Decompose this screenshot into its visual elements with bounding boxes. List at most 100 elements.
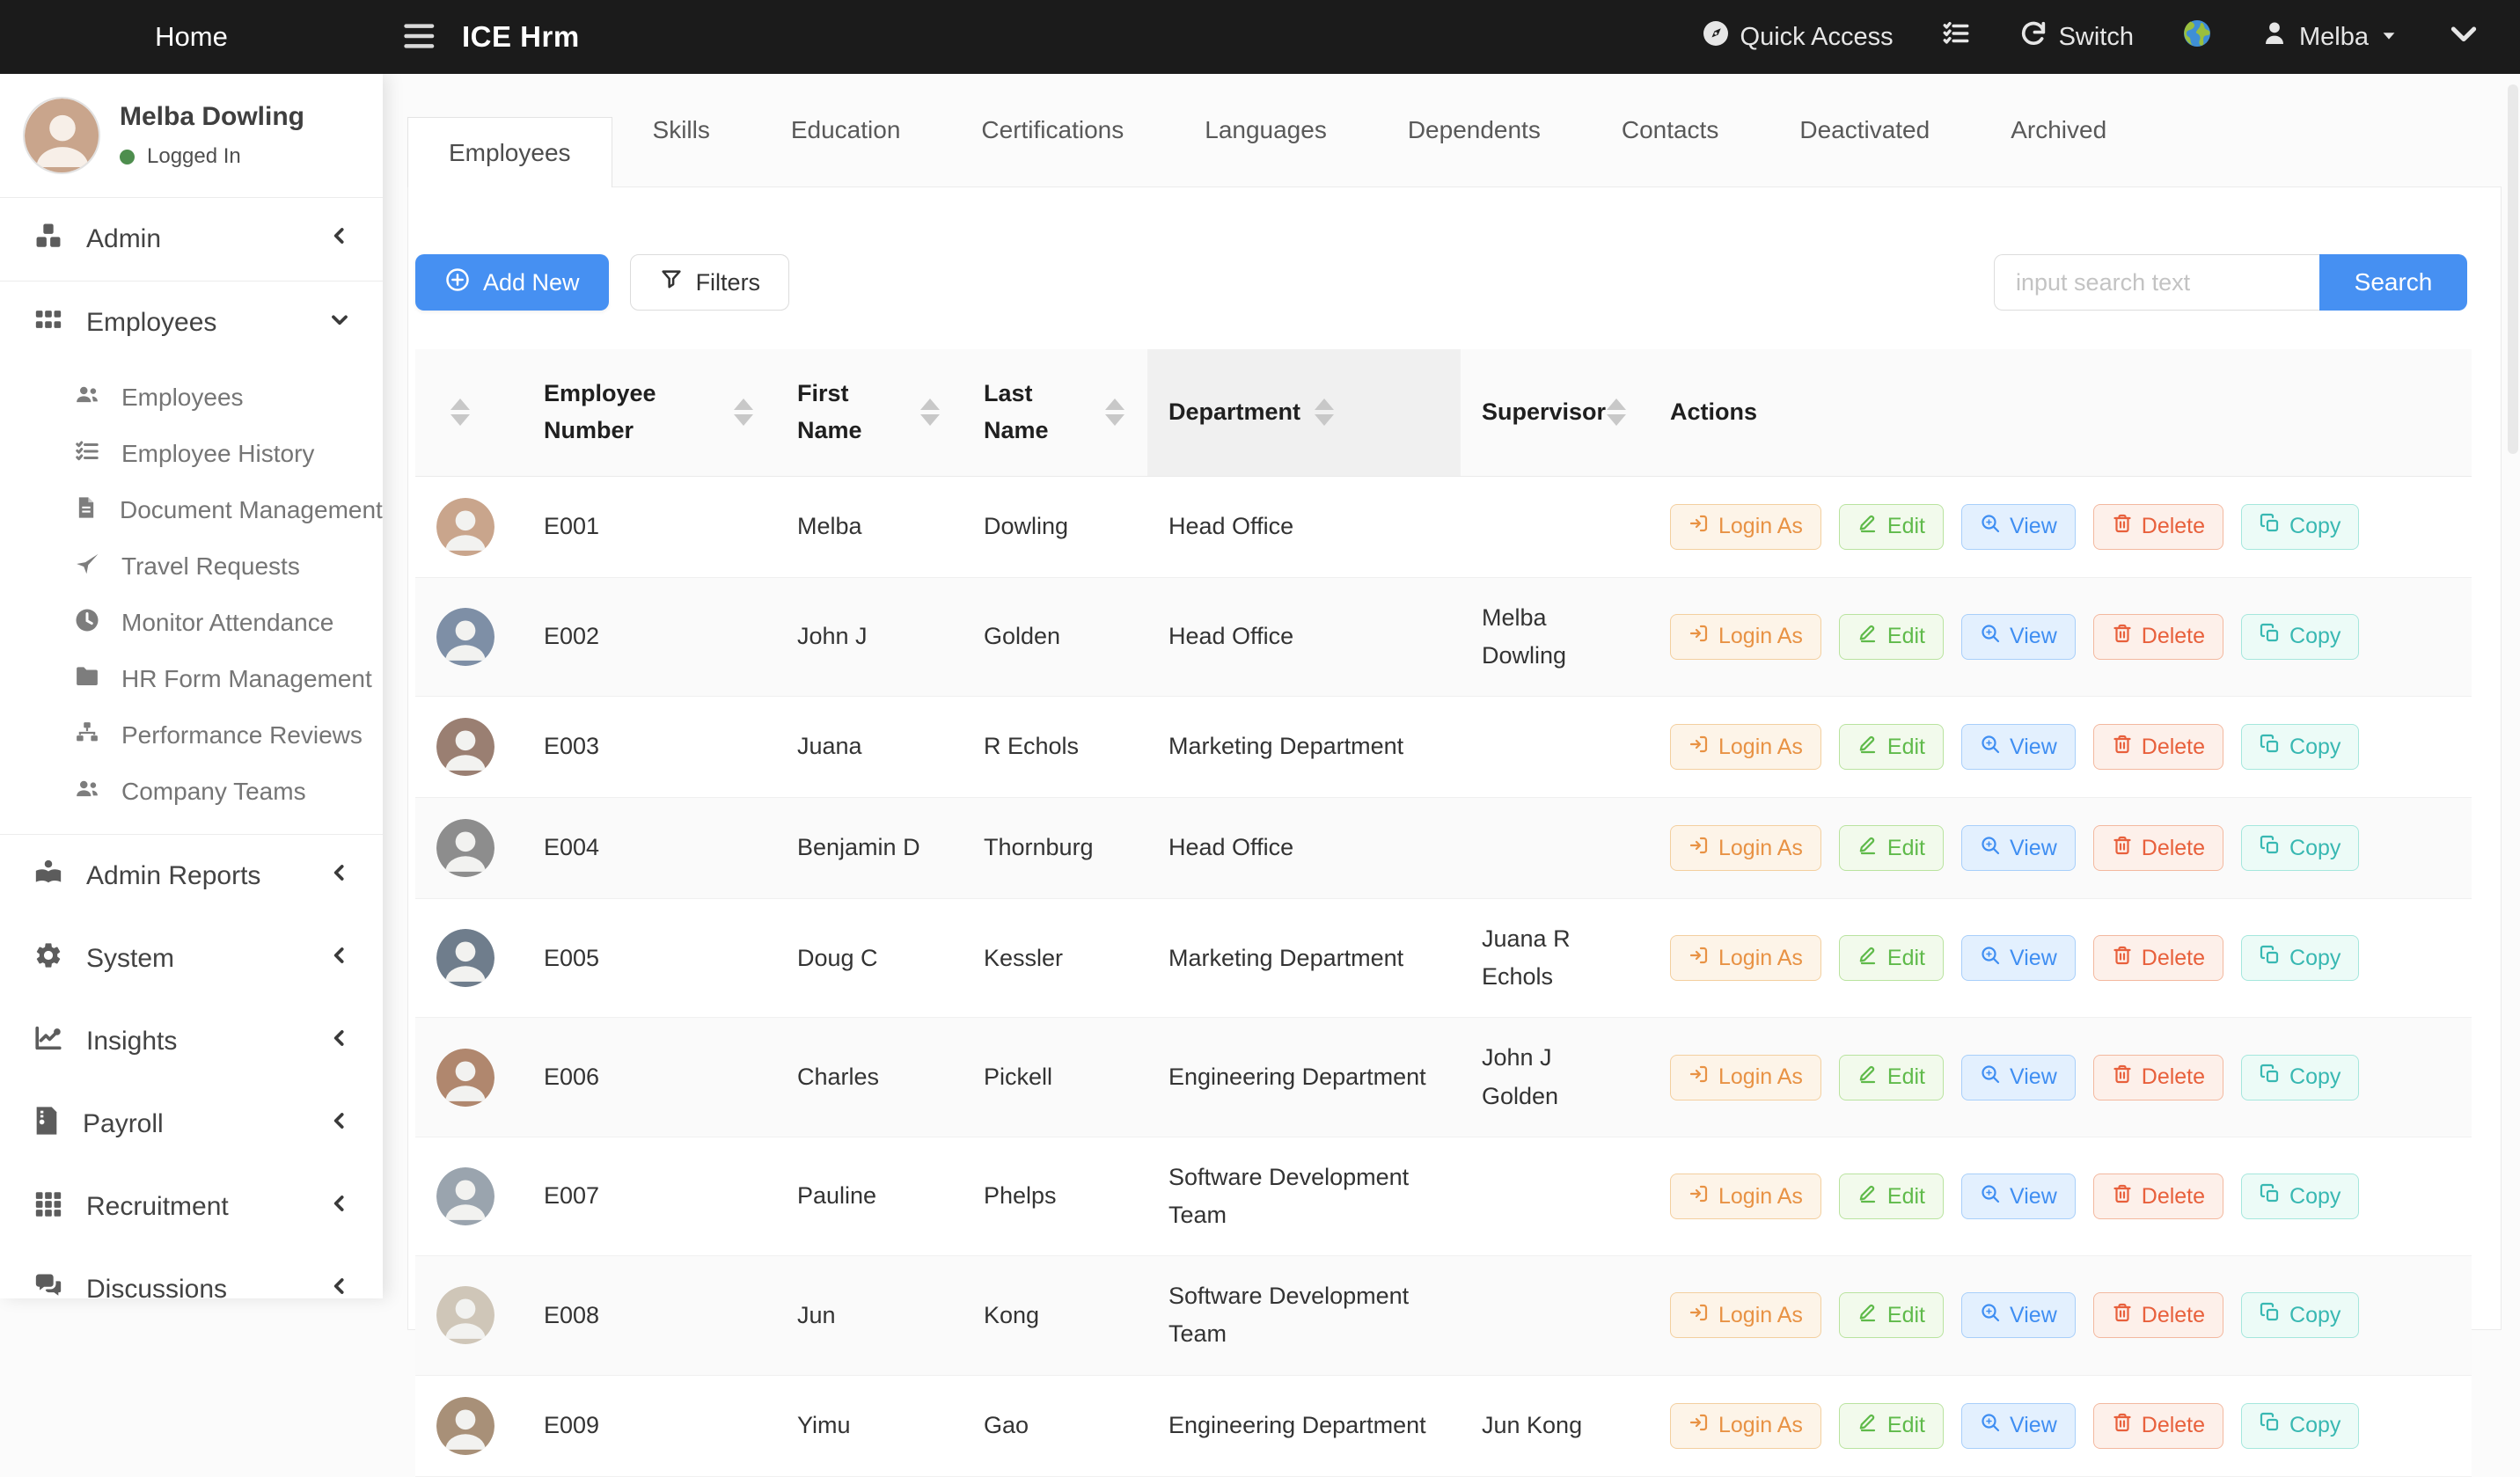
tab-languages[interactable]: Languages (1164, 74, 1367, 186)
sidebar-item-travel-requests[interactable]: Travel Requests (0, 538, 383, 595)
column-header-sort[interactable] (415, 349, 523, 476)
login-as-button[interactable]: Login As (1670, 724, 1821, 770)
login-as-button[interactable]: Login As (1670, 935, 1821, 981)
login-as-button[interactable]: Login As (1670, 504, 1821, 550)
tab-education[interactable]: Education (751, 74, 941, 186)
collapse-topbar-button[interactable] (2446, 16, 2481, 58)
sidebar-item-admin-reports[interactable]: Admin Reports (0, 835, 383, 918)
sidebar-item-company-teams[interactable]: Company Teams (0, 764, 383, 820)
edit-button[interactable]: Edit (1839, 1292, 1944, 1338)
sidebar-item-employees[interactable]: Employees (0, 369, 383, 426)
sidebar-item-admin[interactable]: Admin (0, 198, 383, 281)
sidebar-item-discussions[interactable]: Discussions (0, 1248, 383, 1298)
delete-button[interactable]: Delete (2093, 614, 2223, 660)
tab-archived[interactable]: Archived (1970, 74, 2147, 186)
edit-button[interactable]: Edit (1839, 724, 1944, 770)
profile-card[interactable]: Melba Dowling Logged In (0, 74, 383, 197)
column-header-supervisor[interactable]: Supervisor (1461, 349, 1649, 476)
login-as-button[interactable]: Login As (1670, 614, 1821, 660)
view-button[interactable]: View (1961, 935, 2076, 981)
switch-button[interactable]: Switch (2018, 18, 2134, 55)
login-as-button[interactable]: Login As (1670, 1403, 1821, 1449)
login-as-button[interactable]: Login As (1670, 1174, 1821, 1219)
sorter-icon[interactable] (451, 398, 470, 426)
view-button[interactable]: View (1961, 1055, 2076, 1100)
sorter-icon[interactable] (1105, 398, 1124, 426)
column-header-first-name[interactable]: First Name (776, 349, 963, 476)
edit-button[interactable]: Edit (1839, 825, 1944, 871)
quick-access-button[interactable]: Quick Access (1702, 19, 1894, 55)
copy-button[interactable]: Copy (2241, 1292, 2359, 1338)
edit-button[interactable]: Edit (1839, 1403, 1944, 1449)
copy-button[interactable]: Copy (2241, 825, 2359, 871)
sidebar-item-employees-group[interactable]: Employees (0, 282, 383, 364)
edit-button[interactable]: Edit (1839, 1174, 1944, 1219)
view-button[interactable]: View (1961, 825, 2076, 871)
view-button[interactable]: View (1961, 614, 2076, 660)
tab-deactivated[interactable]: Deactivated (1759, 74, 1970, 186)
edit-button[interactable]: Edit (1839, 1055, 1944, 1100)
delete-button[interactable]: Delete (2093, 1055, 2223, 1100)
view-button[interactable]: View (1961, 724, 2076, 770)
view-button[interactable]: View (1961, 1403, 2076, 1449)
search-button[interactable]: Search (2319, 254, 2467, 311)
sidebar-item-payroll[interactable]: Payroll (0, 1083, 383, 1166)
copy-button[interactable]: Copy (2241, 724, 2359, 770)
delete-button[interactable]: Delete (2093, 1403, 2223, 1449)
delete-button[interactable]: Delete (2093, 935, 2223, 981)
grid-icon (33, 304, 63, 341)
column-header-department[interactable]: Department (1147, 349, 1461, 476)
login-as-button[interactable]: Login As (1670, 1292, 1821, 1338)
copy-button[interactable]: Copy (2241, 1055, 2359, 1100)
sidebar-item-document-management[interactable]: Document Management (0, 482, 383, 538)
sidebar-item-insights[interactable]: Insights (0, 1000, 383, 1083)
copy-button[interactable]: Copy (2241, 1174, 2359, 1219)
delete-button[interactable]: Delete (2093, 1292, 2223, 1338)
view-label: View (2010, 1064, 2057, 1090)
sorter-icon[interactable] (920, 398, 940, 426)
sidebar-item-monitor-attendance[interactable]: Monitor Attendance (0, 595, 383, 651)
delete-button[interactable]: Delete (2093, 724, 2223, 770)
user-menu[interactable]: Melba (2260, 19, 2399, 55)
tab-contacts[interactable]: Contacts (1581, 74, 1760, 186)
add-new-button[interactable]: Add New (415, 254, 609, 311)
sorter-icon[interactable] (1607, 398, 1626, 426)
tab-certifications[interactable]: Certifications (941, 74, 1164, 186)
view-button[interactable]: View (1961, 1174, 2076, 1219)
tab-dependents[interactable]: Dependents (1367, 74, 1581, 186)
edit-button[interactable]: Edit (1839, 504, 1944, 550)
column-header-employee-number[interactable]: Employee Number (523, 349, 776, 476)
view-button[interactable]: View (1961, 1292, 2076, 1338)
delete-button[interactable]: Delete (2093, 825, 2223, 871)
language-globe-button[interactable] (2181, 18, 2213, 56)
tab-employees[interactable]: Employees (407, 117, 612, 187)
login-as-button[interactable]: Login As (1670, 825, 1821, 871)
filters-button[interactable]: Filters (630, 254, 790, 311)
sorter-icon[interactable] (734, 398, 753, 426)
edit-button[interactable]: Edit (1839, 614, 1944, 660)
copy-button[interactable]: Copy (2241, 935, 2359, 981)
column-header-last-name[interactable]: Last Name (963, 349, 1147, 476)
sidebar-item-employee-history[interactable]: Employee History (0, 426, 383, 482)
sorter-icon[interactable] (1315, 398, 1334, 426)
sidebar-item-recruitment[interactable]: Recruitment (0, 1166, 383, 1248)
sidebar-item-system[interactable]: System (0, 918, 383, 1000)
sidebar-item-performance-reviews[interactable]: Performance Reviews (0, 707, 383, 764)
todo-list-button[interactable] (1941, 18, 1971, 55)
delete-button[interactable]: Delete (2093, 1174, 2223, 1219)
page-scrollbar[interactable] (2508, 84, 2518, 454)
view-button[interactable]: View (1961, 504, 2076, 550)
login-as-button[interactable]: Login As (1670, 1055, 1821, 1100)
home-link[interactable]: Home (0, 21, 383, 53)
actions-cell: Login As Edit View (1649, 899, 2472, 1018)
login-as-label: Login As (1718, 1413, 1803, 1438)
tab-skills[interactable]: Skills (612, 74, 751, 186)
delete-button[interactable]: Delete (2093, 504, 2223, 550)
edit-button[interactable]: Edit (1839, 935, 1944, 981)
copy-button[interactable]: Copy (2241, 1403, 2359, 1449)
sidebar-item-hr-form-management[interactable]: HR Form Management (0, 651, 383, 707)
copy-button[interactable]: Copy (2241, 504, 2359, 550)
sidebar-toggle-button[interactable] (402, 21, 439, 54)
search-input[interactable] (1994, 254, 2319, 311)
copy-button[interactable]: Copy (2241, 614, 2359, 660)
